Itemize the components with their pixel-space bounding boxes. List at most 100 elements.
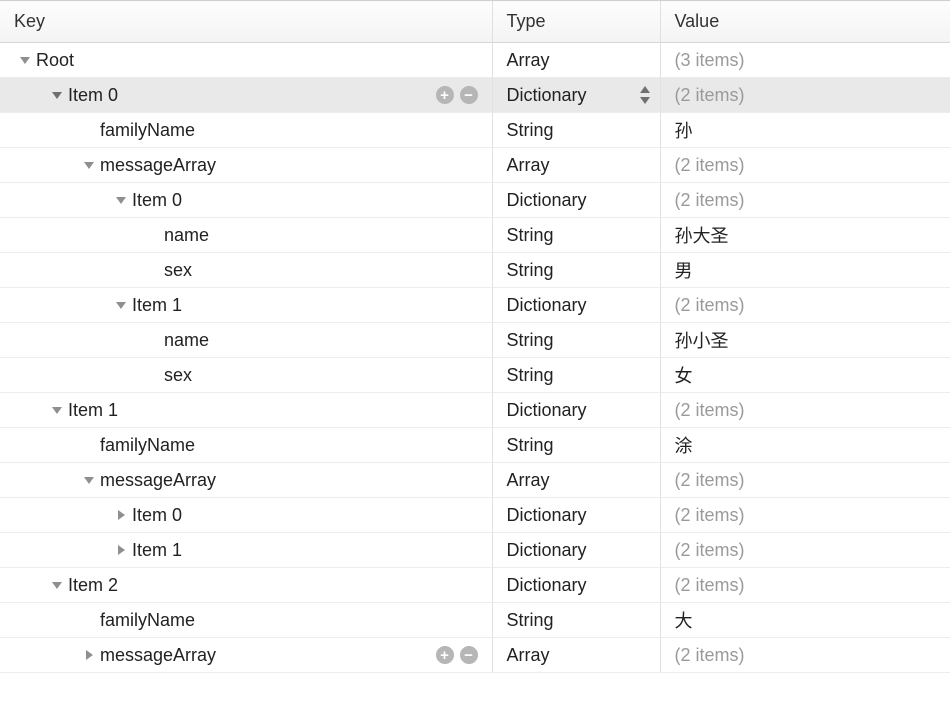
disclosure-triangle-icon[interactable] [50, 578, 64, 592]
disclosure-triangle-icon[interactable] [82, 648, 96, 662]
row-key[interactable]: Item 1 [132, 540, 182, 561]
row-key[interactable]: Item 1 [132, 295, 182, 316]
row-type[interactable]: Array [507, 470, 550, 491]
row-key[interactable]: Item 0 [132, 505, 182, 526]
disclosure-triangle-icon[interactable] [82, 473, 96, 487]
remove-row-button[interactable]: − [460, 646, 478, 664]
add-row-button[interactable]: + [436, 86, 454, 104]
table-row[interactable]: sex String 男 [0, 253, 950, 288]
disclosure-triangle-icon[interactable] [82, 158, 96, 172]
row-key[interactable]: messageArray [100, 155, 216, 176]
row-type[interactable]: String [507, 435, 554, 456]
row-value: (3 items) [661, 50, 950, 71]
table-row[interactable]: messageArray Array (2 items) [0, 148, 950, 183]
table-row[interactable]: familyName String 大 [0, 603, 950, 638]
row-value[interactable]: 男 [661, 257, 950, 283]
disclosure-triangle-icon[interactable] [114, 193, 128, 207]
row-type[interactable]: Dictionary [507, 575, 587, 596]
table-row[interactable]: Item 1 Dictionary (2 items) [0, 533, 950, 568]
table-row[interactable]: Item 0 Dictionary (2 items) [0, 183, 950, 218]
row-type[interactable]: Array [507, 50, 550, 71]
row-value[interactable]: 孙 [661, 117, 950, 143]
row-type[interactable]: Dictionary [507, 85, 587, 106]
row-key[interactable]: messageArray [100, 645, 216, 666]
add-row-button[interactable]: + [436, 646, 454, 664]
table-row[interactable]: Item 1 Dictionary (2 items) [0, 393, 950, 428]
row-value: (2 items) [661, 470, 950, 491]
disclosure-triangle-icon [146, 333, 160, 347]
table-row[interactable]: name String 孙大圣 [0, 218, 950, 253]
row-type[interactable]: String [507, 225, 554, 246]
row-type[interactable]: Array [507, 645, 550, 666]
row-value[interactable]: 女 [661, 362, 950, 388]
row-key[interactable]: familyName [100, 120, 195, 141]
table-row[interactable]: sex String 女 [0, 358, 950, 393]
table-row[interactable]: Root Array (3 items) [0, 43, 950, 78]
disclosure-triangle-icon[interactable] [114, 298, 128, 312]
table-row[interactable]: Item 1 Dictionary (2 items) [0, 288, 950, 323]
row-value[interactable]: 孙大圣 [661, 222, 950, 248]
row-key[interactable]: messageArray [100, 470, 216, 491]
table-row[interactable]: messageArray Array (2 items) [0, 463, 950, 498]
row-key[interactable]: Item 2 [68, 575, 118, 596]
row-type[interactable]: Array [507, 155, 550, 176]
row-key[interactable]: familyName [100, 610, 195, 631]
row-value[interactable]: 孙小圣 [661, 327, 950, 353]
table-row[interactable]: familyName String 孙 [0, 113, 950, 148]
disclosure-triangle-icon[interactable] [18, 53, 32, 67]
remove-row-button[interactable]: − [460, 86, 478, 104]
row-key[interactable]: name [164, 330, 209, 351]
row-type[interactable]: Dictionary [507, 505, 587, 526]
row-value: (2 items) [661, 540, 950, 561]
column-header-value[interactable]: Value [660, 1, 950, 43]
row-value: (2 items) [661, 155, 950, 176]
row-key[interactable]: sex [164, 260, 192, 281]
column-header-key[interactable]: Key [0, 1, 492, 43]
row-type[interactable]: String [507, 610, 554, 631]
type-stepper-icon[interactable] [640, 86, 650, 104]
row-type[interactable]: String [507, 120, 554, 141]
row-type[interactable]: String [507, 330, 554, 351]
row-value: (2 items) [661, 645, 950, 666]
table-row[interactable]: Item 2 Dictionary (2 items) [0, 568, 950, 603]
row-value: (2 items) [661, 575, 950, 596]
row-value: (2 items) [661, 190, 950, 211]
disclosure-triangle-icon [82, 123, 96, 137]
row-type[interactable]: Dictionary [507, 295, 587, 316]
row-value: (2 items) [661, 505, 950, 526]
table-row[interactable]: familyName String 涂 [0, 428, 950, 463]
header-row: Key Type Value [0, 1, 950, 43]
row-value: (2 items) [661, 295, 950, 316]
row-type[interactable]: String [507, 365, 554, 386]
disclosure-triangle-icon [146, 228, 160, 242]
row-type[interactable]: String [507, 260, 554, 281]
disclosure-triangle-icon [82, 613, 96, 627]
column-header-type[interactable]: Type [492, 1, 660, 43]
row-key[interactable]: Item 1 [68, 400, 118, 421]
row-key[interactable]: Item 0 [68, 85, 118, 106]
disclosure-triangle-icon[interactable] [114, 508, 128, 522]
row-type[interactable]: Dictionary [507, 190, 587, 211]
table-row[interactable]: messageArray +− Array (2 items) [0, 638, 950, 673]
row-key[interactable]: name [164, 225, 209, 246]
row-key[interactable]: familyName [100, 435, 195, 456]
disclosure-triangle-icon[interactable] [114, 543, 128, 557]
row-value[interactable]: 大 [661, 607, 950, 633]
table-row[interactable]: name String 孙小圣 [0, 323, 950, 358]
row-value: (2 items) [661, 85, 950, 106]
row-type[interactable]: Dictionary [507, 400, 587, 421]
row-key[interactable]: Root [36, 50, 74, 71]
row-value: (2 items) [661, 400, 950, 421]
disclosure-triangle-icon [146, 368, 160, 382]
row-key[interactable]: Item 0 [132, 190, 182, 211]
row-key[interactable]: sex [164, 365, 192, 386]
plist-editor-table: Key Type Value Root Array (3 items) Item 0 +… [0, 0, 950, 673]
disclosure-triangle-icon[interactable] [50, 403, 64, 417]
disclosure-triangle-icon [146, 263, 160, 277]
row-value[interactable]: 涂 [661, 432, 950, 458]
disclosure-triangle-icon[interactable] [50, 88, 64, 102]
disclosure-triangle-icon [82, 438, 96, 452]
table-row[interactable]: Item 0 +− Dictionary (2 items) [0, 78, 950, 113]
table-row[interactable]: Item 0 Dictionary (2 items) [0, 498, 950, 533]
row-type[interactable]: Dictionary [507, 540, 587, 561]
